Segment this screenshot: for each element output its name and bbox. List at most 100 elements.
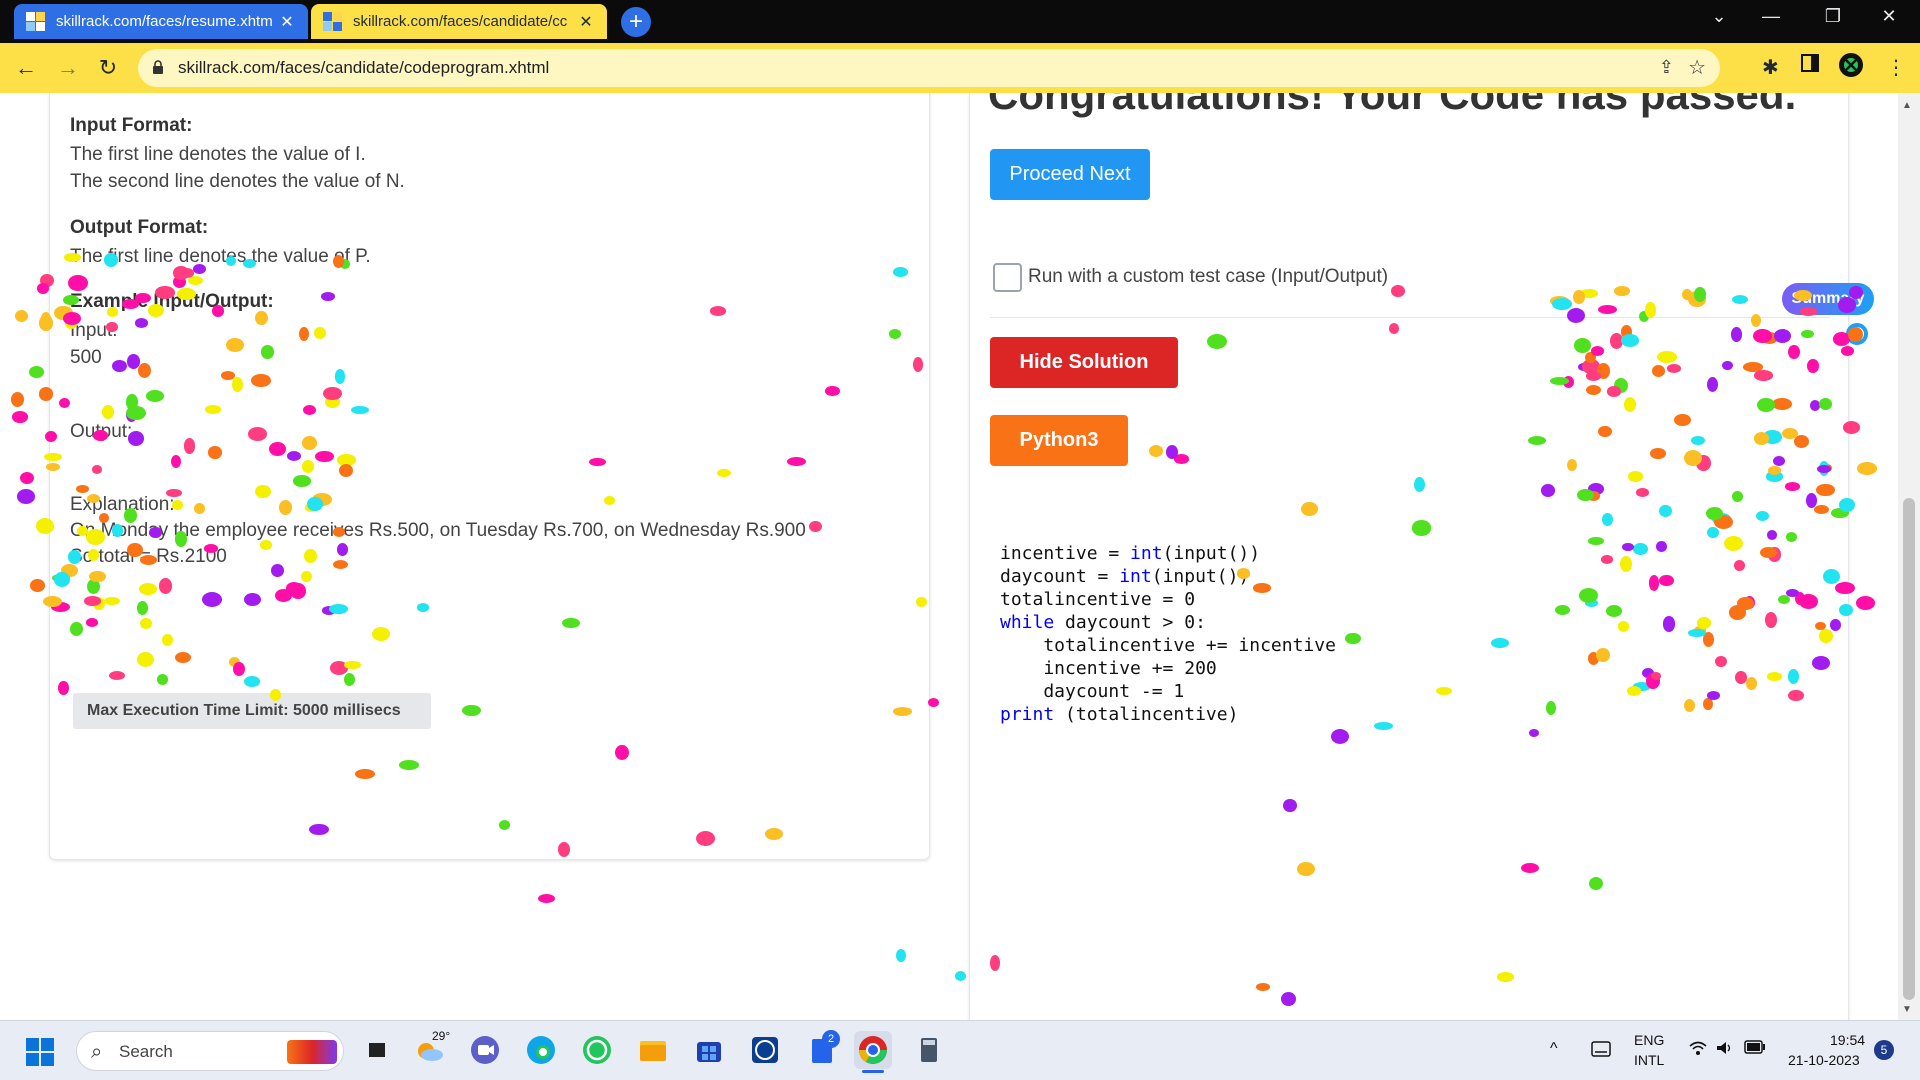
confetti-piece (54, 571, 71, 588)
store-icon[interactable] (690, 1031, 728, 1069)
confetti-piece (1666, 364, 1682, 373)
windows-start-icon[interactable] (26, 1038, 54, 1066)
confetti-piece (1300, 501, 1318, 517)
scroll-down-icon[interactable]: ▼ (1902, 1004, 1912, 1015)
dell-icon[interactable] (746, 1031, 784, 1069)
wifi-icon[interactable] (1688, 1038, 1708, 1061)
confetti-piece (537, 893, 555, 904)
forward-button[interactable]: → (54, 54, 82, 82)
confetti-piece (895, 949, 907, 963)
confetti-piece (260, 540, 272, 551)
confetti-piece (1674, 413, 1691, 426)
tab-codeprogram[interactable]: skillrack.com/faces/candidate/cc ✕ (311, 4, 607, 39)
confetti-piece (19, 471, 34, 485)
code-token: ()) (1227, 543, 1261, 564)
confetti-piece (1759, 546, 1777, 558)
share-icon[interactable]: ⇪ (1659, 57, 1674, 78)
menu-icon[interactable]: ⋮ (1886, 55, 1906, 80)
minimize-button[interactable]: — (1748, 6, 1794, 27)
notification-badge[interactable]: 5 (1874, 1040, 1894, 1060)
confetti-piece (416, 602, 429, 612)
profile-icon[interactable] (1838, 52, 1864, 84)
confetti-piece (1681, 288, 1692, 301)
confetti-piece (1732, 294, 1749, 304)
confetti-piece (44, 431, 57, 443)
task-view-icon[interactable] (358, 1031, 396, 1069)
whatsapp-icon[interactable] (578, 1031, 616, 1069)
close-window-button[interactable]: ✕ (1866, 6, 1912, 27)
code-token: daycount = (1000, 566, 1120, 587)
tab-close-icon[interactable]: ✕ (577, 12, 595, 32)
scroll-up-icon[interactable]: ▲ (1902, 100, 1912, 111)
volume-icon[interactable] (1714, 1038, 1734, 1061)
confetti-piece (332, 526, 346, 537)
confetti-piece (226, 338, 244, 353)
confetti-piece (1694, 286, 1706, 302)
confetti-piece (302, 435, 318, 450)
clock-time[interactable]: 19:54 (1830, 1032, 1865, 1048)
weather-temp: 29° (432, 1029, 451, 1043)
confetti-piece (990, 955, 1001, 971)
confetti-piece (92, 429, 108, 441)
tab-resume[interactable]: skillrack.com/faces/resume.xhtm ✕ (14, 4, 308, 39)
keyboard-icon[interactable] (1590, 1038, 1612, 1063)
confetti-piece (203, 543, 219, 553)
address-bar[interactable]: skillrack.com/faces/candidate/codeprogra… (138, 49, 1720, 87)
confetti-piece (1586, 371, 1602, 381)
clock-date[interactable]: 21-10-2023 (1788, 1052, 1860, 1068)
confetti-piece (204, 404, 222, 414)
extensions-icon[interactable]: ✱ (1762, 55, 1779, 80)
confetti-piece (1601, 513, 1613, 527)
reload-button[interactable]: ↻ (94, 54, 122, 82)
language-button[interactable]: Python3 (990, 415, 1128, 466)
language-intl[interactable]: INTL (1634, 1052, 1664, 1068)
chrome-icon[interactable] (854, 1031, 892, 1069)
confetti-piece (1280, 991, 1296, 1007)
star-icon[interactable]: ☆ (1688, 55, 1706, 80)
confetti-piece (1847, 327, 1863, 343)
confetti-piece (1574, 338, 1592, 353)
confetti-piece (913, 357, 924, 372)
confetti-piece (307, 496, 323, 511)
code-token: print (1000, 704, 1055, 725)
file-explorer-icon[interactable] (634, 1031, 672, 1069)
confetti-piece (344, 660, 361, 670)
confetti-piece (1835, 581, 1856, 594)
tab-close-icon[interactable]: ✕ (278, 12, 296, 32)
confetti-piece (462, 704, 481, 717)
tab-search-icon[interactable]: ⌄ (1696, 6, 1742, 27)
confetti-piece (158, 578, 173, 594)
side-panel-icon[interactable] (1800, 53, 1820, 79)
confetti-piece (86, 493, 101, 503)
confetti-piece (243, 676, 261, 687)
back-button[interactable]: ← (12, 54, 40, 82)
hide-solution-button[interactable]: Hide Solution (990, 337, 1178, 388)
confetti-piece (1754, 432, 1770, 445)
confetti-piece (1786, 588, 1799, 597)
tab-title: skillrack.com/faces/candidate/cc (353, 13, 568, 30)
confetti-piece (64, 253, 81, 263)
calculator-icon[interactable] (910, 1031, 948, 1069)
confetti-piece (156, 673, 169, 685)
scrollbar-thumb[interactable] (1903, 498, 1915, 1000)
taskbar-search[interactable]: ⌕ Search (76, 1031, 344, 1071)
custom-test-label[interactable]: Run with a custom test case (Input/Outpu… (1028, 266, 1388, 288)
restore-button[interactable]: ❐ (1810, 6, 1856, 27)
confetti-piece (225, 256, 237, 266)
confetti-piece (1588, 876, 1604, 890)
confetti-piece (1737, 597, 1754, 610)
edge-icon[interactable] (522, 1031, 560, 1069)
confetti-piece (108, 670, 125, 680)
code-token: (input (1151, 566, 1217, 587)
battery-icon[interactable] (1744, 1040, 1766, 1057)
meet-icon[interactable] (466, 1031, 504, 1069)
proceed-next-button[interactable]: Proceed Next (990, 149, 1150, 200)
new-tab-button[interactable]: + (621, 7, 651, 37)
confetti-piece (1767, 671, 1783, 681)
confetti-piece (1207, 333, 1227, 349)
language-eng[interactable]: ENG (1634, 1032, 1664, 1048)
confetti-piece (825, 385, 840, 396)
show-hidden-icons-icon[interactable]: ^ (1550, 1040, 1558, 1058)
confetti-piece (1843, 421, 1861, 434)
custom-test-checkbox[interactable] (993, 263, 1022, 292)
